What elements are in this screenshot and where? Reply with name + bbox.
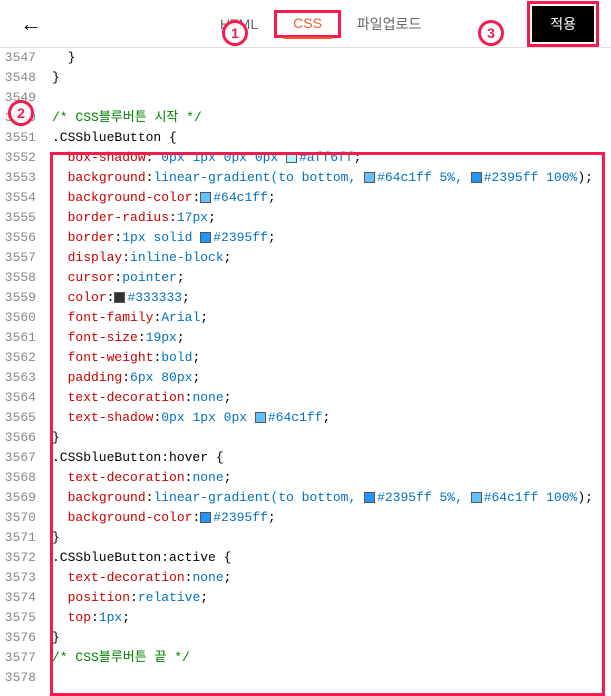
code-line[interactable] bbox=[52, 88, 611, 108]
code-editor[interactable]: 3547354835493550355135523553355435553556… bbox=[0, 48, 611, 657]
code-area[interactable]: }} /* CSS블루버튼 시작 */.CSSblueButton { box-… bbox=[44, 48, 611, 657]
code-line[interactable]: font-weight:bold; bbox=[52, 348, 611, 368]
line-number: 3576 bbox=[0, 628, 36, 648]
line-number: 3564 bbox=[0, 388, 36, 408]
code-line[interactable]: border:1px solid #2395ff; bbox=[52, 228, 611, 248]
code-line[interactable]: text-shadow:0px 1px 0px #64c1ff; bbox=[52, 408, 611, 428]
line-number: 3560 bbox=[0, 308, 36, 328]
line-number: 3571 bbox=[0, 528, 36, 548]
tab-css[interactable]: CSS bbox=[283, 9, 332, 39]
code-line[interactable]: .CSSblueButton { bbox=[52, 128, 611, 148]
line-number: 3577 bbox=[0, 648, 36, 668]
line-number: 3574 bbox=[0, 588, 36, 608]
line-number: 3569 bbox=[0, 488, 36, 508]
code-line[interactable]: position:relative; bbox=[52, 588, 611, 608]
line-number: 3565 bbox=[0, 408, 36, 428]
line-number: 3572 bbox=[0, 548, 36, 568]
code-line[interactable]: text-decoration:none; bbox=[52, 568, 611, 588]
back-button[interactable]: ← bbox=[12, 7, 50, 41]
code-line[interactable]: border-radius:17px; bbox=[52, 208, 611, 228]
code-line[interactable]: text-decoration:none; bbox=[52, 468, 611, 488]
code-line[interactable]: } bbox=[52, 428, 611, 448]
line-number: 3575 bbox=[0, 608, 36, 628]
line-number: 3563 bbox=[0, 368, 36, 388]
line-number: 3568 bbox=[0, 468, 36, 488]
code-line[interactable]: background-color:#64c1ff; bbox=[52, 188, 611, 208]
apply-button[interactable]: 적용 bbox=[532, 6, 594, 42]
code-line[interactable]: display:inline-block; bbox=[52, 248, 611, 268]
line-number: 3556 bbox=[0, 228, 36, 248]
header-toolbar: ← HTML CSS 파일업로드 적용 bbox=[0, 0, 611, 48]
code-line[interactable]: .CSSblueButton:active { bbox=[52, 548, 611, 568]
code-line[interactable]: background:linear-gradient(to bottom, #2… bbox=[52, 488, 611, 508]
line-number: 3555 bbox=[0, 208, 36, 228]
code-line[interactable] bbox=[52, 668, 611, 688]
code-line[interactable]: color:#333333; bbox=[52, 288, 611, 308]
code-line[interactable]: font-size:19px; bbox=[52, 328, 611, 348]
line-number: 3566 bbox=[0, 428, 36, 448]
line-number: 3578 bbox=[0, 668, 36, 688]
code-line[interactable]: text-decoration:none; bbox=[52, 388, 611, 408]
code-line[interactable]: box-shadow: 0px 1px 0px 0px #aff6ff; bbox=[52, 148, 611, 168]
line-number: 3557 bbox=[0, 248, 36, 268]
highlight-box-3: 적용 bbox=[527, 1, 599, 47]
line-number: 3558 bbox=[0, 268, 36, 288]
code-line[interactable]: } bbox=[52, 628, 611, 648]
annotation-badge-2: 2 bbox=[8, 100, 34, 126]
code-line[interactable]: padding:6px 80px; bbox=[52, 368, 611, 388]
line-number: 3547 bbox=[0, 48, 36, 68]
line-number: 3570 bbox=[0, 508, 36, 528]
line-number: 3552 bbox=[0, 148, 36, 168]
annotation-badge-3: 3 bbox=[478, 20, 504, 46]
line-number: 3573 bbox=[0, 568, 36, 588]
code-line[interactable]: background-color:#2395ff; bbox=[52, 508, 611, 528]
code-line[interactable]: cursor:pointer; bbox=[52, 268, 611, 288]
highlight-box-1: CSS bbox=[274, 10, 341, 38]
code-line[interactable]: .CSSblueButton:hover { bbox=[52, 448, 611, 468]
code-line[interactable]: font-family:Arial; bbox=[52, 308, 611, 328]
code-line[interactable]: } bbox=[52, 48, 611, 68]
tab-upload[interactable]: 파일업로드 bbox=[347, 8, 431, 40]
code-line[interactable]: /* CSS블루버튼 끝 */ bbox=[52, 648, 611, 668]
annotation-badge-1: 1 bbox=[222, 20, 248, 46]
code-line[interactable]: /* CSS블루버튼 시작 */ bbox=[52, 108, 611, 128]
line-number: 3551 bbox=[0, 128, 36, 148]
line-number: 3548 bbox=[0, 68, 36, 88]
line-number: 3559 bbox=[0, 288, 36, 308]
line-number: 3567 bbox=[0, 448, 36, 468]
code-line[interactable]: } bbox=[52, 528, 611, 548]
code-line[interactable]: } bbox=[52, 68, 611, 88]
code-line[interactable]: background:linear-gradient(to bottom, #6… bbox=[52, 168, 611, 188]
line-gutter: 3547354835493550355135523553355435553556… bbox=[0, 48, 44, 657]
line-number: 3561 bbox=[0, 328, 36, 348]
line-number: 3562 bbox=[0, 348, 36, 368]
code-line[interactable]: top:1px; bbox=[52, 608, 611, 628]
line-number: 3553 bbox=[0, 168, 36, 188]
line-number: 3554 bbox=[0, 188, 36, 208]
